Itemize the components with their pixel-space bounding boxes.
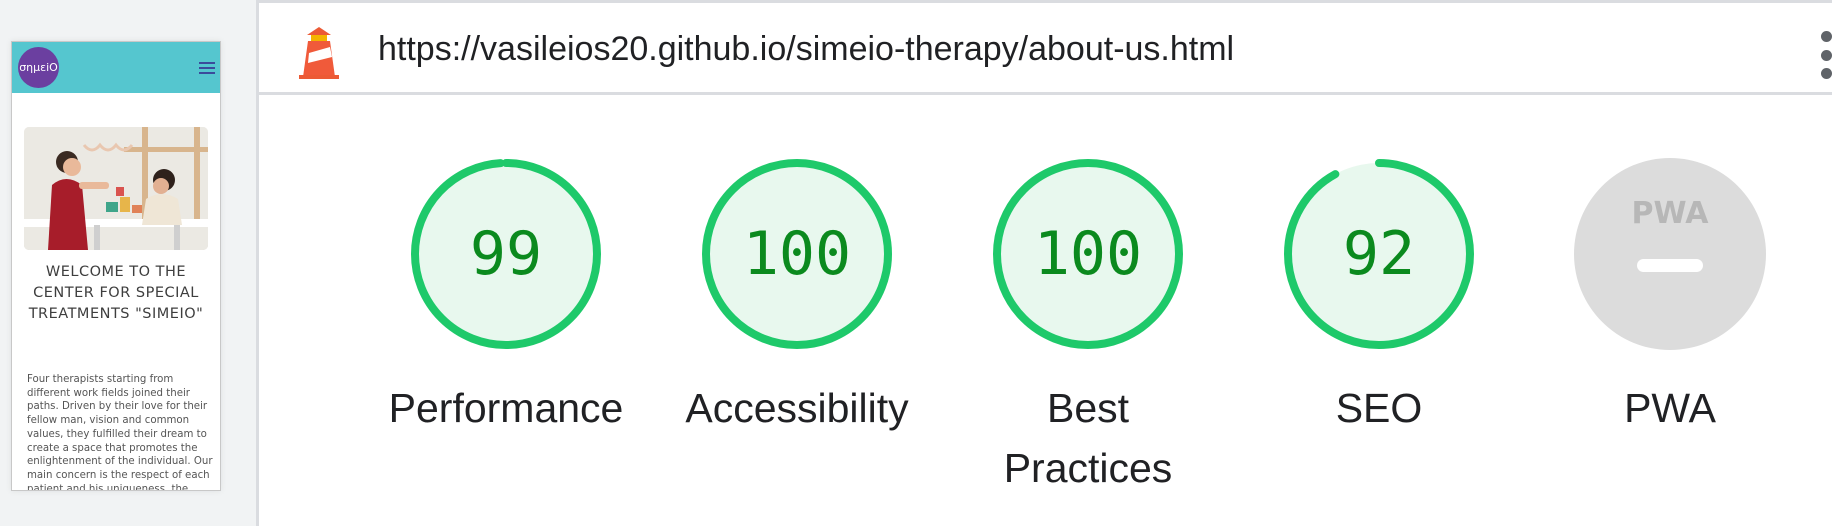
pwa-badge-icon: PWA xyxy=(1574,158,1766,350)
pwa-badge-text: PWA xyxy=(1632,196,1710,231)
performance-score: 99 xyxy=(469,219,543,289)
gauge-accessibility[interactable]: 100 Accessibility xyxy=(652,156,942,438)
pwa-label: PWA xyxy=(1624,385,1716,431)
gauge-seo[interactable]: 92 SEO xyxy=(1234,156,1524,438)
more-options-icon[interactable] xyxy=(1818,31,1832,79)
seo-label: SEO xyxy=(1335,385,1423,431)
gauge-pwa[interactable]: PWA PWA xyxy=(1525,156,1815,438)
hamburger-menu-icon xyxy=(199,62,215,74)
gauge-best-practices[interactable]: 100 Best Practices xyxy=(943,156,1233,498)
lighthouse-icon xyxy=(299,25,339,79)
preview-navbar: σημεiΟ xyxy=(12,42,220,93)
accessibility-label: Accessibility xyxy=(685,385,909,431)
gauge-performance[interactable]: 99 Performance xyxy=(361,156,651,438)
score-gauges: 99 Performance 100 Accessibility 100 Bes… xyxy=(259,95,1832,526)
report-url[interactable]: https://vasileios20.github.io/simeio-the… xyxy=(378,30,1234,69)
page-preview-pane: σημεiΟ WELCOME TO THE CENTER FOR SPECIAL… xyxy=(0,0,259,526)
report-url-bar: https://vasileios20.github.io/simeio-the… xyxy=(259,0,1832,95)
performance-label: Performance xyxy=(388,385,624,431)
page-screenshot-thumbnail[interactable]: σημεiΟ WELCOME TO THE CENTER FOR SPECIAL… xyxy=(11,41,221,491)
seo-score: 92 xyxy=(1342,219,1416,289)
preview-heading: WELCOME TO THE CENTER FOR SPECIAL TREATM… xyxy=(28,264,204,322)
best-practices-label: Best Practices xyxy=(1003,385,1173,491)
accessibility-score: 100 xyxy=(742,219,852,289)
site-logo: σημεiΟ xyxy=(18,47,59,88)
preview-body-text: Four therapists starting from different … xyxy=(27,374,213,491)
hero-image xyxy=(24,127,208,250)
best-practices-score: 100 xyxy=(1033,219,1143,289)
